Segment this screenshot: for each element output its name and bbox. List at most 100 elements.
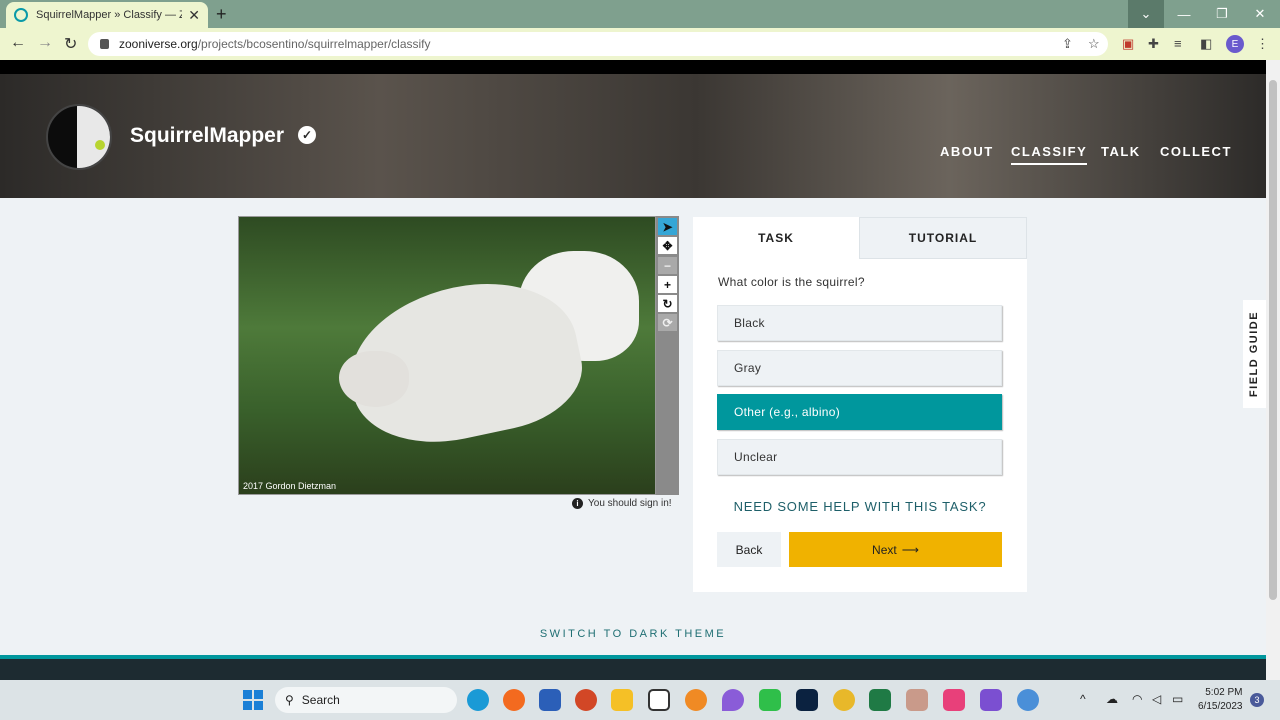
- onedrive-icon[interactable]: ☁: [1106, 692, 1118, 706]
- chrome-profile-icon[interactable]: [1017, 689, 1039, 711]
- clock-date: 6/15/2023: [1198, 701, 1243, 712]
- image-toolbar: ➤ ✥ − + ↻ ⟳: [656, 216, 679, 495]
- project-title[interactable]: SquirrelMapper: [130, 124, 284, 148]
- back-arrow-icon[interactable]: ←: [10, 34, 26, 52]
- nav-talk[interactable]: TALK: [1101, 144, 1141, 159]
- search-icon: ⚲: [285, 693, 294, 707]
- extension-shield-icon[interactable]: ▣: [1122, 36, 1134, 52]
- lightroom-icon[interactable]: [796, 689, 818, 711]
- project-header: SquirrelMapper ✓ ABOUT CLASSIFY TALK COL…: [0, 74, 1266, 198]
- zoom-out-icon[interactable]: −: [658, 257, 677, 274]
- browser-tab[interactable]: SquirrelMapper » Classify — Zoo ✕: [6, 2, 208, 28]
- clipchamp-icon[interactable]: [980, 689, 1002, 711]
- logo-squirrel-half: [77, 106, 110, 168]
- address-toolbar: ← → ↻ zooniverse.org/projects/bcosentino…: [0, 28, 1280, 60]
- footer: [0, 655, 1266, 680]
- theme-toggle[interactable]: SWITCH TO DARK THEME: [0, 628, 1266, 640]
- volume-icon[interactable]: ◁: [1152, 692, 1161, 706]
- next-button[interactable]: Next ⟶: [789, 532, 1002, 567]
- arrow-right-icon: ⟶: [901, 542, 919, 557]
- url-host: zooniverse.org: [119, 37, 198, 51]
- reload-icon[interactable]: ↻: [64, 34, 77, 54]
- reading-list-icon[interactable]: ≡: [1174, 36, 1182, 51]
- excel-icon[interactable]: [869, 689, 891, 711]
- word-icon[interactable]: [539, 689, 561, 711]
- battery-icon[interactable]: ▭: [1172, 692, 1183, 706]
- answer-black[interactable]: Black: [717, 305, 1002, 341]
- back-button[interactable]: Back: [717, 532, 781, 567]
- maximize-button[interactable]: ❐: [1204, 0, 1240, 28]
- tray-overflow-icon[interactable]: ^: [1080, 692, 1086, 706]
- subject-image[interactable]: 2017 Gordon Dietzman: [238, 216, 656, 495]
- penguin-app-icon[interactable]: [648, 689, 670, 711]
- reset-icon[interactable]: ⟳: [658, 314, 677, 331]
- windows-taskbar: ⚲ Search ^ ☁ ◠ ◁ ▭ 5:02 PM 6/15/2023 3: [0, 680, 1280, 720]
- edge-icon[interactable]: [467, 689, 489, 711]
- pointer-tool-icon[interactable]: ➤: [658, 218, 677, 235]
- tab-task[interactable]: TASK: [693, 217, 859, 259]
- share-icon[interactable]: ⇪: [1062, 36, 1073, 52]
- drop-app-icon[interactable]: [722, 689, 744, 711]
- profile-avatar[interactable]: E: [1226, 35, 1244, 53]
- project-logo[interactable]: [46, 104, 112, 170]
- sign-in-notice[interactable]: i You should sign in!: [572, 498, 672, 509]
- answer-unclear[interactable]: Unclear: [717, 439, 1002, 475]
- file-explorer-icon[interactable]: [611, 689, 633, 711]
- field-guide-tab[interactable]: FIELD GUIDE: [1243, 300, 1266, 408]
- sign-in-text: You should sign in!: [588, 498, 672, 509]
- nav-classify[interactable]: CLASSIFY: [1011, 144, 1088, 165]
- tab-tutorial[interactable]: TUTORIAL: [859, 217, 1027, 259]
- answer-gray[interactable]: Gray: [717, 350, 1002, 386]
- url-bar[interactable]: zooniverse.org/projects/bcosentino/squir…: [88, 32, 1108, 56]
- blender-icon[interactable]: [685, 689, 707, 711]
- close-window-button[interactable]: ✕: [1242, 0, 1278, 28]
- clock-time: 5:02 PM: [1205, 687, 1243, 698]
- image-app-icon[interactable]: [906, 689, 928, 711]
- image-credit: 2017 Gordon Dietzman: [243, 481, 337, 491]
- field-guide-label: FIELD GUIDE: [1248, 310, 1261, 398]
- creative-cloud-icon[interactable]: [943, 689, 965, 711]
- zooniverse-top-nav: [0, 60, 1266, 74]
- bookmark-star-icon[interactable]: ☆: [1088, 36, 1100, 52]
- web-page: SquirrelMapper ✓ ABOUT CLASSIFY TALK COL…: [0, 60, 1266, 680]
- forward-arrow-icon[interactable]: →: [37, 34, 53, 52]
- nav-collect[interactable]: COLLECT: [1160, 144, 1232, 159]
- task-panel: TASK TUTORIAL What color is the squirrel…: [693, 217, 1027, 592]
- scrollbar-thumb[interactable]: [1269, 80, 1277, 600]
- answer-other[interactable]: Other (e.g., albino): [717, 394, 1002, 430]
- notification-badge[interactable]: 3: [1250, 693, 1264, 707]
- verified-check-icon: ✓: [298, 126, 316, 144]
- help-link[interactable]: NEED SOME HELP WITH THIS TASK?: [693, 499, 1027, 514]
- page-scrollbar[interactable]: [1266, 60, 1280, 680]
- url-path: /projects/bcosentino/squirrelmapper/clas…: [197, 37, 431, 51]
- next-label: Next: [872, 542, 897, 557]
- extensions-puzzle-icon[interactable]: ✚: [1148, 36, 1159, 52]
- nav-about[interactable]: ABOUT: [940, 144, 994, 159]
- tab-close-icon[interactable]: ✕: [188, 7, 200, 24]
- side-panel-icon[interactable]: ◧: [1200, 36, 1212, 52]
- lock-icon: [100, 39, 109, 49]
- menu-dots-icon[interactable]: ⋮: [1256, 36, 1269, 52]
- rotate-icon[interactable]: ↻: [658, 295, 677, 312]
- logo-acorn-dot: [95, 140, 105, 150]
- windows-start-icon[interactable]: [243, 690, 263, 710]
- zooniverse-favicon-icon: [14, 8, 28, 22]
- zoom-in-icon[interactable]: +: [658, 276, 677, 293]
- task-question: What color is the squirrel?: [718, 275, 865, 289]
- tab-title: SquirrelMapper » Classify — Zoo: [36, 9, 183, 21]
- wifi-icon[interactable]: ◠: [1132, 692, 1142, 706]
- info-icon: i: [572, 498, 583, 509]
- browser-tab-bar: SquirrelMapper » Classify — Zoo ✕ + ⌄ — …: [0, 0, 1280, 28]
- pan-tool-icon[interactable]: ✥: [658, 237, 677, 254]
- new-tab-button[interactable]: +: [216, 4, 227, 25]
- firefox-icon[interactable]: [503, 689, 525, 711]
- squirrel-head-shape: [339, 351, 409, 407]
- minimize-button[interactable]: —: [1166, 0, 1202, 28]
- taskbar-search-label: Search: [301, 693, 340, 707]
- powerpoint-icon[interactable]: [575, 689, 597, 711]
- tab-search-button[interactable]: ⌄: [1128, 0, 1164, 28]
- android-studio-icon[interactable]: [759, 689, 781, 711]
- taskbar-clock[interactable]: 5:02 PM 6/15/2023: [1198, 686, 1243, 714]
- chrome-icon[interactable]: [833, 689, 855, 711]
- taskbar-search[interactable]: ⚲ Search: [275, 687, 457, 713]
